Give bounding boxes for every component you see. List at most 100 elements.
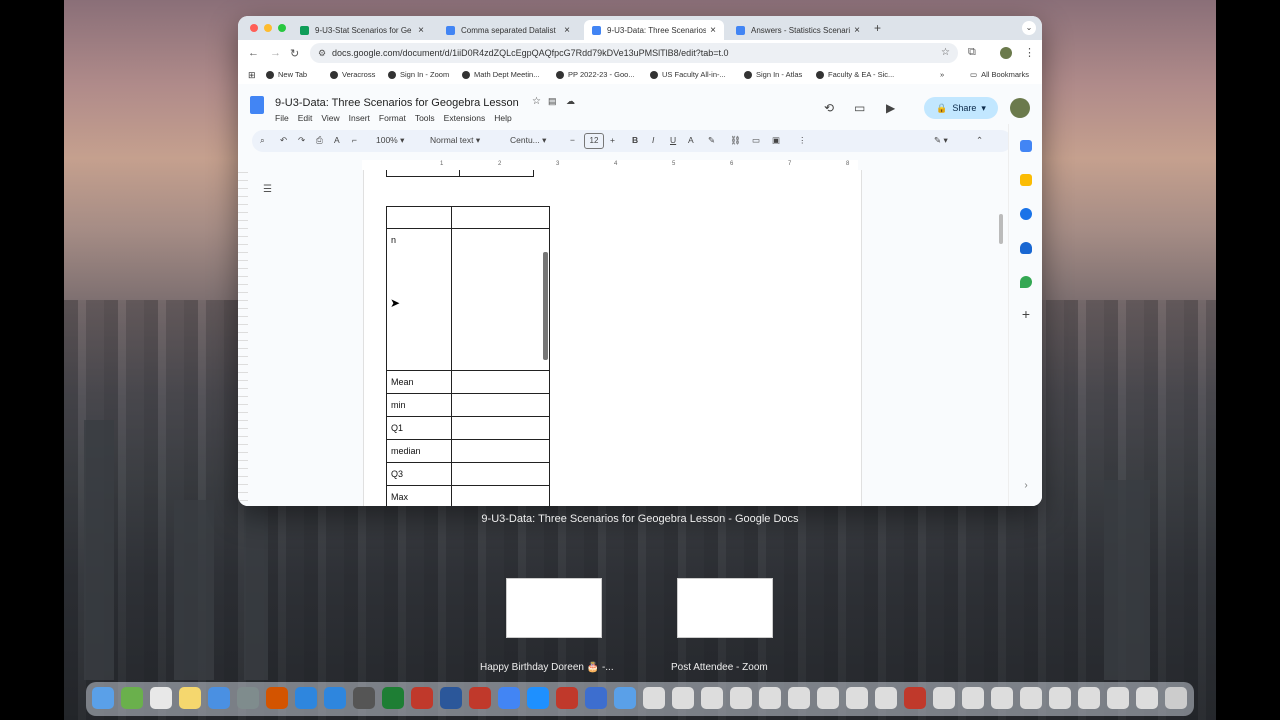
dock-app-icon[interactable] (933, 687, 955, 709)
menu-item[interactable]: File (275, 113, 289, 123)
column-resize-handle[interactable] (543, 252, 548, 360)
bookmark-item[interactable]: Math Dept Meetin... (462, 70, 539, 79)
dock-app-icon[interactable] (92, 687, 114, 709)
dock-app-icon[interactable] (469, 687, 491, 709)
close-tab-icon[interactable]: × (710, 25, 716, 36)
menu-item[interactable]: Insert (349, 113, 370, 123)
decrease-size-icon[interactable]: − (570, 135, 575, 145)
dock-app-icon[interactable] (672, 687, 694, 709)
apps-grid-icon[interactable]: ⊞ (248, 70, 256, 81)
table-cell-label[interactable]: median (386, 439, 452, 463)
table-row[interactable]: Q3 (386, 462, 550, 486)
close-tab-icon[interactable]: × (564, 25, 570, 36)
dock-app-icon[interactable] (527, 687, 549, 709)
spellcheck-icon[interactable]: A (334, 135, 340, 145)
menu-item[interactable]: View (321, 113, 339, 123)
forward-icon[interactable]: → (270, 47, 281, 59)
undo-icon[interactable]: ↶ (280, 135, 287, 146)
redo-icon[interactable]: ↷ (298, 135, 305, 146)
table-row[interactable]: min (386, 393, 550, 417)
browser-tab[interactable]: 9-U3-Data: Three Scenarios × (584, 20, 724, 40)
print-icon[interactable]: ⎙ (316, 135, 323, 146)
table-row[interactable]: Max (386, 485, 550, 506)
add-addon-icon[interactable]: + (1020, 307, 1032, 321)
table-row[interactable]: Q1 (386, 416, 550, 440)
window-thumbnail-birthday[interactable] (506, 578, 602, 638)
user-avatar[interactable] (1010, 98, 1030, 118)
editing-mode-icon[interactable]: ✎ ▾ (934, 135, 948, 146)
extensions-icon[interactable]: ⧉ (968, 46, 976, 59)
dock-app-icon[interactable] (614, 687, 636, 709)
browser-window[interactable]: 9-U3-Stat Scenarios for Ge × Comma separat… (238, 16, 1042, 506)
keep-icon[interactable] (1020, 174, 1032, 186)
menu-item[interactable]: Tools (415, 113, 435, 123)
dock-app-icon[interactable] (382, 687, 404, 709)
table-cell-label[interactable]: Mean (386, 370, 452, 394)
table-row[interactable]: n (386, 228, 550, 371)
cloud-status-icon[interactable]: ☁ (566, 96, 575, 107)
docs-logo-icon[interactable] (250, 96, 264, 114)
menu-item[interactable]: Help (494, 113, 511, 123)
zoom-select[interactable]: 100% ▾ (376, 135, 404, 146)
style-select[interactable]: Normal text ▾ (430, 135, 480, 146)
contacts-icon[interactable] (1020, 242, 1032, 254)
dock-app-icon[interactable] (1078, 687, 1100, 709)
bookmark-item[interactable]: Sign In - Atlas (744, 70, 802, 79)
dock-app-icon[interactable] (643, 687, 665, 709)
add-comment-icon[interactable]: ▭ (752, 135, 760, 146)
table-cell-label[interactable]: Max (386, 485, 452, 506)
site-info-icon[interactable]: ⚙ (318, 43, 326, 63)
font-select[interactable]: Centu... ▾ (510, 135, 546, 146)
bookmark-item[interactable]: Faculty & EA - Sic... (816, 70, 894, 79)
text-color-icon[interactable]: A (688, 135, 694, 145)
table-cell-value[interactable] (451, 462, 550, 486)
menu-item[interactable]: Edit (298, 113, 313, 123)
tasks-icon[interactable] (1020, 208, 1032, 220)
dock-app-icon[interactable] (179, 687, 201, 709)
dock-app-icon[interactable] (1049, 687, 1071, 709)
table-cell-value[interactable] (451, 416, 550, 440)
dock-app-icon[interactable] (759, 687, 781, 709)
dock-app-icon[interactable] (150, 687, 172, 709)
dock-app-icon[interactable] (324, 687, 346, 709)
bookmark-star-icon[interactable]: ☆ (941, 43, 950, 63)
bookmark-item[interactable]: PP 2022-23 - Goo... (556, 70, 635, 79)
table-cell-value[interactable] (451, 206, 550, 229)
window-thumbnail-zoom[interactable] (677, 578, 773, 638)
collapse-panel-icon[interactable]: › (1020, 480, 1032, 492)
table-cell-label[interactable]: Q1 (386, 416, 452, 440)
table-row[interactable]: Mean (386, 370, 550, 394)
bold-icon[interactable]: B (632, 135, 638, 145)
dock-app-icon[interactable] (701, 687, 723, 709)
dock-app-icon[interactable] (237, 687, 259, 709)
table-cell-label[interactable]: min (386, 393, 452, 417)
dock-app-icon[interactable] (991, 687, 1013, 709)
italic-icon[interactable]: I (652, 135, 654, 145)
star-icon[interactable]: ☆ (532, 96, 541, 107)
table-row[interactable] (386, 206, 550, 229)
document-scrollbar[interactable] (999, 214, 1003, 244)
table-cell-value[interactable] (451, 393, 550, 417)
close-window-button[interactable] (250, 24, 258, 32)
calendar-icon[interactable] (1020, 140, 1032, 152)
move-folder-icon[interactable]: ▤ (548, 96, 557, 107)
table-row[interactable]: median (386, 439, 550, 463)
more-options-icon[interactable]: ⋮ (798, 135, 807, 146)
back-icon[interactable]: ← (248, 47, 259, 59)
share-button[interactable]: 🔒 Share ▾ (924, 97, 998, 119)
doc-title[interactable]: 9-U3-Data: Three Scenarios for Geogebra … (275, 97, 519, 109)
minimize-window-button[interactable] (264, 24, 272, 32)
dock-app-icon[interactable] (730, 687, 752, 709)
browser-menu-icon[interactable]: ⋮ (1024, 46, 1035, 59)
dock-app-icon[interactable] (353, 687, 375, 709)
bookmark-item[interactable]: US Faculty All-in-... (650, 70, 726, 79)
link-icon[interactable]: ⛓ (730, 135, 741, 146)
paint-format-icon[interactable]: ⌐ (352, 135, 357, 145)
dock-app-icon[interactable] (585, 687, 607, 709)
dock-app-icon[interactable] (208, 687, 230, 709)
table-cell-value[interactable] (451, 485, 550, 506)
table-cell-value[interactable] (451, 370, 550, 394)
underline-icon[interactable]: U (670, 135, 676, 145)
bookmark-item[interactable]: Veracross (330, 70, 375, 79)
browser-tab[interactable]: Comma separated Datalist × (438, 20, 578, 40)
